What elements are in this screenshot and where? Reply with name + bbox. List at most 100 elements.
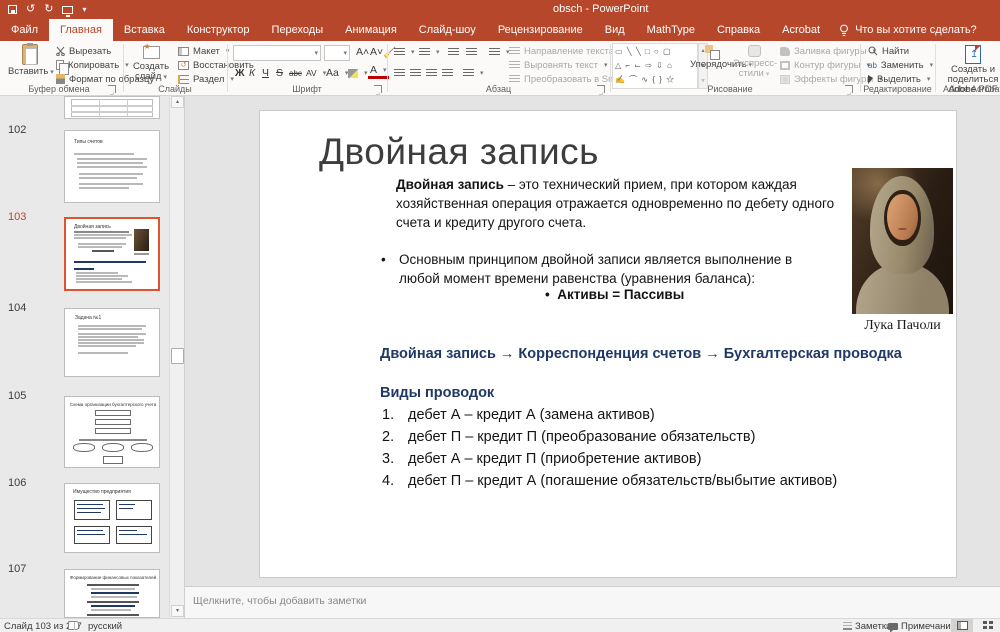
columns-button[interactable] (463, 66, 484, 80)
justify-button[interactable] (442, 66, 453, 80)
list-title[interactable]: Виды проводок (380, 385, 494, 401)
align-text-label: Выровнять текст (524, 60, 598, 71)
tell-me-search[interactable]: Что вы хотите сделать? (831, 19, 985, 41)
tab-review[interactable]: Рецензирование (487, 19, 594, 41)
find-button[interactable]: Найти (868, 44, 909, 58)
thumbnail-107[interactable]: Формирование финансовых показателей (64, 569, 160, 618)
shapes-gallery[interactable]: ▭ ╲ ╲ □ ○ ▢ △ ⌐ ⌙ ⇨ ⇩ ⌂ ✍ ⌒ ∿ { } ☆ (612, 43, 698, 89)
shape-outline-button[interactable]: Контур фигуры (780, 58, 870, 72)
quick-styles-button[interactable]: Экспресс- стили (733, 43, 775, 80)
title-bar: ↺ ↻ ▾ obsch - PowerPoint (0, 0, 1000, 19)
tab-transitions[interactable]: Переходы (261, 19, 335, 41)
clipboard-dialog-launcher[interactable] (108, 85, 116, 93)
underline-button[interactable]: Ч (260, 66, 271, 80)
smartart-icon (509, 75, 520, 84)
shape-fill-button[interactable]: Заливка фигуры (780, 44, 876, 58)
tab-slideshow[interactable]: Слайд-шоу (408, 19, 487, 41)
portrait-caption[interactable]: Лука Пачоли (840, 318, 965, 334)
thumbnail-104[interactable]: Задача №1 (64, 308, 160, 377)
cut-label: Вырезать (69, 46, 111, 57)
thumbnail-103-selected[interactable]: Двойная запись (64, 217, 160, 291)
notes-toggle-button[interactable]: Заметки (843, 621, 891, 632)
shape-outline-label: Контур фигуры (794, 60, 860, 71)
tab-home[interactable]: Главная (49, 19, 113, 41)
arrange-button[interactable]: Упорядочить (690, 43, 734, 71)
layout-button[interactable]: Макет (178, 44, 229, 58)
posting-types-list[interactable]: 1.дебет А – кредит А (замена активов) 2.… (382, 404, 837, 492)
pacioli-portrait-image[interactable] (852, 168, 953, 314)
tab-design[interactable]: Конструктор (176, 19, 261, 41)
customize-qat-icon[interactable]: ▾ (82, 4, 86, 15)
bullets-button[interactable] (394, 45, 415, 59)
change-case-button[interactable]: Aa (324, 66, 350, 80)
start-slideshow-icon[interactable] (62, 6, 73, 14)
shapes-row-1: ▭ ╲ ╲ □ ○ ▢ (615, 45, 695, 59)
text-direction-button[interactable]: Направление текста (509, 44, 624, 58)
numbering-button[interactable] (419, 45, 440, 59)
thumbnail-partial[interactable] (64, 96, 160, 119)
slide-canvas[interactable]: Двойная запись Двойная запись – это техн… (259, 110, 957, 578)
comments-toggle-button[interactable]: Примечания (888, 621, 956, 632)
highlight-color-button[interactable] (348, 66, 368, 80)
align-right-button[interactable] (426, 66, 437, 80)
align-left-button[interactable] (394, 66, 405, 80)
font-dialog-launcher[interactable] (374, 85, 382, 93)
font-name-combo[interactable] (233, 45, 321, 61)
decrease-indent-button[interactable] (448, 45, 459, 59)
window-title: obsch - PowerPoint (553, 3, 648, 15)
new-slide-button[interactable]: Создать слайд (128, 43, 174, 83)
font-color-button[interactable]: А (368, 65, 389, 79)
cut-button[interactable]: Вырезать (56, 44, 111, 58)
align-text-button[interactable]: Выровнять текст (509, 58, 608, 72)
scrollbar-thumb[interactable] (171, 348, 184, 364)
undo-icon[interactable]: ↺ (26, 4, 35, 15)
slide-sorter-view-button[interactable] (977, 619, 999, 632)
thumbnail-105[interactable]: Схема организации бухгалтерского учета (64, 396, 160, 468)
save-icon[interactable] (8, 5, 17, 14)
reset-icon: ↺ (178, 61, 189, 70)
drawing-dialog-launcher[interactable] (845, 85, 853, 93)
thumbnail-scrollbar[interactable]: ▴ ▾ (169, 96, 184, 618)
tab-file[interactable]: Файл (0, 19, 49, 41)
redo-icon[interactable]: ↻ (44, 4, 53, 15)
paragraph-dialog-launcher[interactable] (597, 85, 605, 93)
scroll-up-button[interactable]: ▴ (171, 96, 184, 108)
notes-pane[interactable]: Щелкните, чтобы добавить заметки (185, 586, 1000, 618)
tab-view[interactable]: Вид (594, 19, 636, 41)
slide-title[interactable]: Двойная запись (319, 131, 599, 173)
strikethrough-button[interactable]: S (274, 66, 285, 80)
slide-bullet-principle[interactable]: • Основным принципом двойной записи явля… (381, 250, 833, 288)
spellcheck-icon[interactable] (68, 621, 79, 630)
bold-button[interactable]: Ж (233, 66, 247, 80)
language-indicator[interactable]: русский (88, 621, 122, 632)
tab-insert[interactable]: Вставка (113, 19, 176, 41)
tab-animations[interactable]: Анимация (334, 19, 408, 41)
tab-help[interactable]: Справка (706, 19, 771, 41)
list-item: 3.дебет А – кредит П (приобретение актив… (382, 448, 837, 470)
quick-access-toolbar: ↺ ↻ ▾ (8, 2, 86, 17)
font-size-combo[interactable] (324, 45, 350, 61)
thumbnail-106[interactable]: Имущество предприятия (64, 483, 160, 553)
normal-view-button[interactable] (951, 619, 973, 632)
new-slide-label-2: слайд (128, 72, 174, 83)
text-direction-label: Направление текста (524, 46, 614, 57)
scroll-down-button[interactable]: ▾ (171, 605, 184, 617)
create-pdf-icon (965, 45, 981, 64)
line-spacing-button[interactable] (489, 45, 510, 59)
flow-line[interactable]: Двойная запись → Корреспонденция счетов … (380, 346, 902, 362)
clipboard-group-label: Буфер обмена (0, 84, 118, 94)
replace-button[interactable]: ab Заменить (868, 58, 933, 72)
slide-paragraph-definition[interactable]: Двойная запись – это технический прием, … (396, 175, 864, 232)
paste-button[interactable]: Вставить (8, 43, 52, 78)
align-center-button[interactable] (410, 66, 421, 80)
copy-button[interactable]: Копировать (56, 58, 129, 72)
tab-acrobat[interactable]: Acrobat (771, 19, 831, 41)
thumbnail-102[interactable]: Типы счетов (64, 130, 160, 203)
increase-indent-button[interactable] (466, 45, 477, 59)
paragraph-group-label: Абзац (387, 84, 610, 94)
status-bar: Слайд 103 из 207 русский Заметки Примеча… (0, 618, 1000, 632)
slide-bullet-equation[interactable]: • Активы = Пассивы (545, 285, 684, 304)
text-shadow-button[interactable]: abc (287, 66, 304, 80)
tab-mathtype[interactable]: MathType (636, 19, 706, 41)
italic-button[interactable]: К (247, 66, 257, 80)
